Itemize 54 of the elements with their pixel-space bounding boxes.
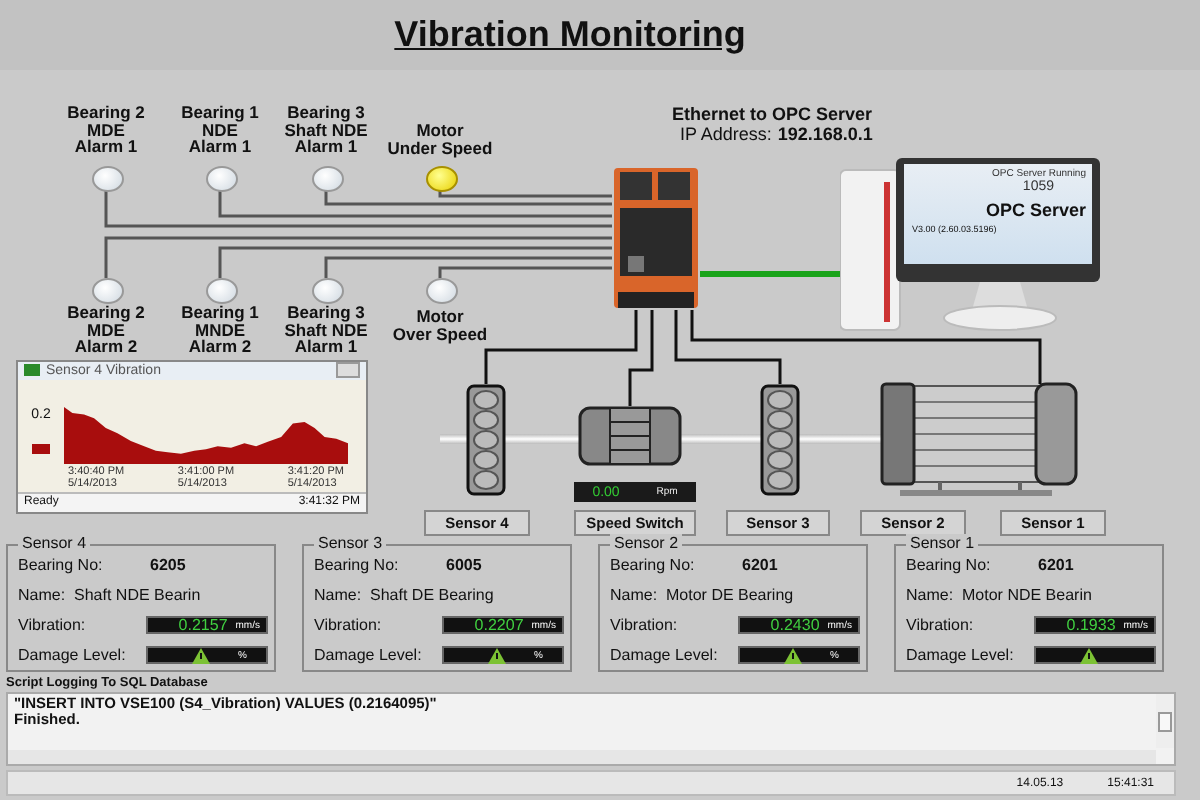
- server-name: OPC Server: [985, 200, 1086, 220]
- ip-label: IP Address:: [680, 124, 772, 144]
- field-label: Vibration:: [18, 616, 88, 634]
- ethernet-label: Ethernet to OPC Server: [672, 104, 873, 124]
- vibration-value: 0.2207: [474, 616, 524, 634]
- field-label: Damage Level:: [314, 646, 424, 664]
- field-label: Bearing No:: [906, 556, 993, 574]
- alarm-label: Bearing 2 MDE Alarm 2: [65, 304, 147, 355]
- vibration-value: 0.2157: [178, 616, 228, 634]
- bearing-number: 6201: [742, 556, 778, 574]
- panel-title: Sensor 2: [610, 534, 683, 552]
- alarm-label: Bearing 2 MDE Alarm 1: [65, 104, 147, 155]
- close-button[interactable]: [336, 362, 360, 379]
- field-label: Bearing No:: [18, 556, 105, 574]
- field-label: Name:: [906, 586, 954, 604]
- field-label: Damage Level:: [18, 646, 128, 664]
- field-label: Name:: [610, 586, 658, 604]
- alarm-label: Bearing 3 Shaft NDE Alarm 1: [282, 304, 370, 355]
- bearing-name: Motor DE Bearing: [666, 586, 794, 604]
- field-label: Damage Level:: [906, 646, 1016, 664]
- alarm-label: Bearing 1 NDE Alarm 1: [179, 104, 261, 155]
- alarm-label: Motor Over Speed: [390, 308, 490, 342]
- field-label: Damage Level:: [610, 646, 720, 664]
- bearing-name: Shaft NDE Bearin: [74, 586, 201, 604]
- panel-title: Sensor 3: [314, 534, 387, 552]
- panel-title: Sensor 4: [18, 534, 91, 552]
- ip-address: 192.168.0.1: [777, 124, 873, 144]
- alarm-label: Bearing 1 MNDE Alarm 2: [179, 304, 261, 355]
- alarm-label: Motor Under Speed: [385, 122, 495, 156]
- field-label: Bearing No:: [610, 556, 697, 574]
- field-label: Vibration:: [610, 616, 680, 634]
- alarm-label: Bearing 3 Shaft NDE Alarm 1: [282, 104, 370, 155]
- legend-swatch: [32, 443, 50, 454]
- field-label: Vibration:: [314, 616, 384, 634]
- page-title: Vibration Monitoring: [394, 14, 746, 56]
- network-cable: [700, 271, 840, 277]
- vibration-value: 0.2430: [770, 616, 820, 634]
- bearing-number: 6201: [1038, 556, 1074, 574]
- bearing-number: 6005: [446, 556, 482, 574]
- horizontal-scrollbar[interactable]: [8, 750, 1156, 764]
- vertical-scrollbar[interactable]: [1156, 694, 1174, 748]
- coupling-drawing: [578, 406, 682, 466]
- chart-icon: [24, 364, 40, 377]
- bearing-number: 6205: [150, 556, 186, 574]
- bearing-name: Shaft DE Bearing: [370, 586, 494, 604]
- panel-title: Sensor 1: [906, 534, 979, 552]
- field-label: Vibration:: [906, 616, 976, 634]
- bearing-drawing: [466, 384, 506, 496]
- bearing-name: Motor NDE Bearin: [962, 586, 1092, 604]
- bearing-drawing: [760, 384, 800, 496]
- field-label: Name:: [18, 586, 66, 604]
- field-label: Name:: [314, 586, 362, 604]
- vibration-value: 0.1933: [1066, 616, 1116, 634]
- field-label: Bearing No:: [314, 556, 401, 574]
